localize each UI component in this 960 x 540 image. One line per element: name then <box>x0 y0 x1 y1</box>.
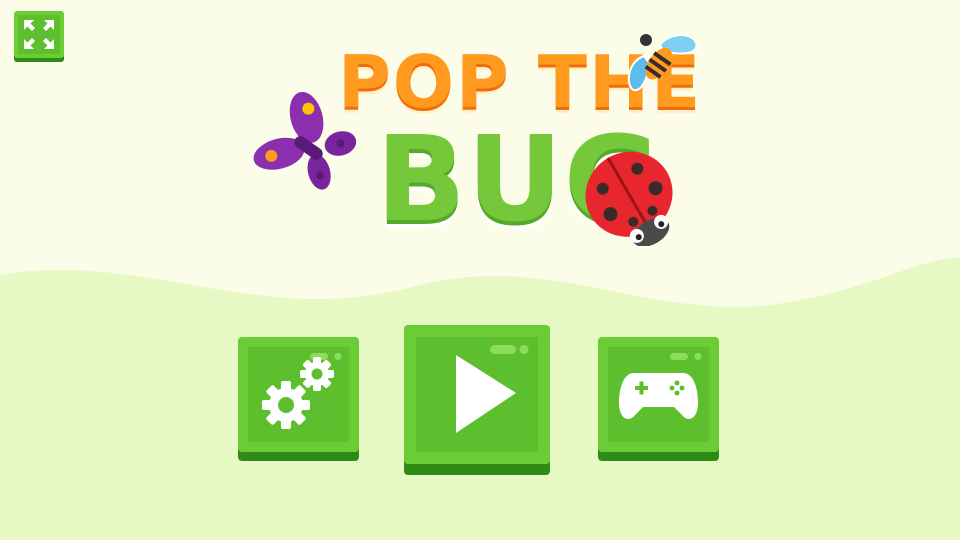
ladybug-icon <box>585 151 673 246</box>
settings-button-face <box>238 337 359 461</box>
bee-icon <box>627 34 698 92</box>
butterfly-icon <box>253 91 357 190</box>
settings-button[interactable] <box>238 337 359 461</box>
play-button[interactable] <box>404 325 550 475</box>
more-games-button-face <box>598 337 719 461</box>
more-games-button[interactable] <box>598 337 719 461</box>
play-button-face <box>404 325 550 475</box>
game-title: POP THE BUG <box>0 0 960 260</box>
